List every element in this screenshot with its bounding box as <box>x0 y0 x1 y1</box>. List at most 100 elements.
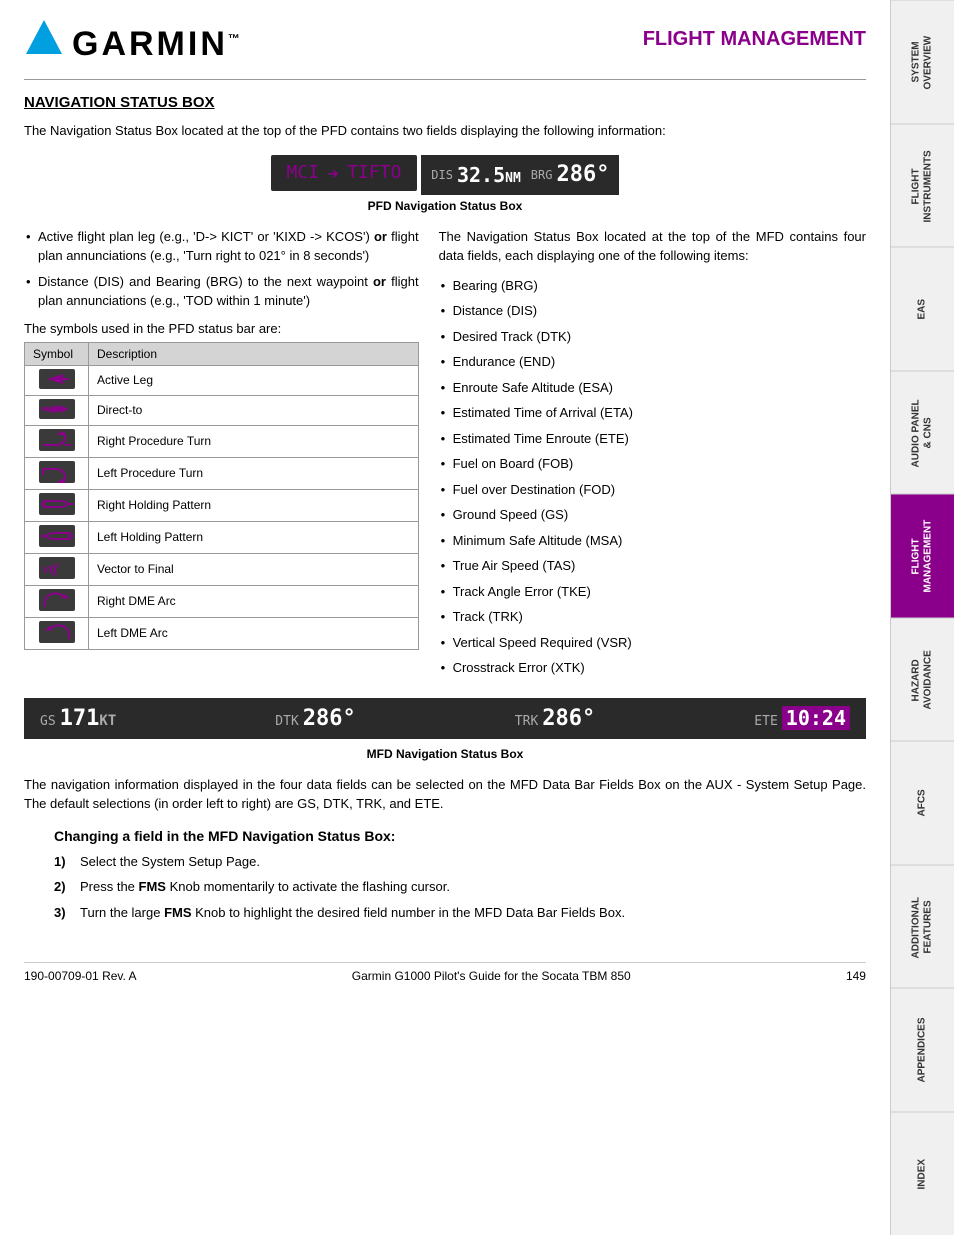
changing-field-heading: Changing a field in the MFD Navigation S… <box>24 828 866 844</box>
pfd-dest-label: TIFTO <box>347 162 401 183</box>
desc-cell: Vector to Final <box>89 553 419 585</box>
list-item: 1) Select the System Setup Page. <box>54 852 866 872</box>
mfd-ete-value: 10:24 <box>782 706 850 730</box>
pfd-brg-value: 286° <box>556 162 609 187</box>
list-item: Desired Track (DTK) <box>439 327 866 347</box>
list-item: Distance (DIS) and Bearing (BRG) to the … <box>24 272 419 311</box>
right-bullet-list: Bearing (BRG) Distance (DIS) Desired Tra… <box>439 276 866 678</box>
sidebar-item-flight-instruments[interactable]: FLIGHTINSTRUMENTS <box>891 124 954 248</box>
sidebar-item-audio-panel[interactable]: AUDIO PANEL& CNS <box>891 371 954 495</box>
sidebar-item-hazard-avoidance[interactable]: HAZARDAVOIDANCE <box>891 618 954 742</box>
sidebar-tab-label: AFCS <box>917 790 929 817</box>
header: GARMIN™ FLIGHT MANAGEMENT <box>24 18 866 61</box>
table-row: Right DME Arc <box>25 585 419 617</box>
desc-cell: Left Holding Pattern <box>89 521 419 553</box>
desc-cell: Active Leg <box>89 365 419 395</box>
list-item: Minimum Safe Altitude (MSA) <box>439 531 866 551</box>
sidebar-item-system-overview[interactable]: SYSTEMOVERVIEW <box>891 0 954 124</box>
list-item: Active flight plan leg (e.g., 'D-> KICT'… <box>24 227 419 266</box>
list-item: Bearing (BRG) <box>439 276 866 296</box>
sidebar-tab-label: APPENDICES <box>917 1018 929 1083</box>
mfd-gs-label: GS <box>40 714 56 729</box>
right-sidebar: SYSTEMOVERVIEW FLIGHTINSTRUMENTS EAS AUD… <box>890 0 954 1235</box>
step-text: Press the FMS Knob momentarily to activa… <box>80 877 450 897</box>
sidebar-item-flight-management[interactable]: FLIGHTMANAGEMENT <box>891 494 954 618</box>
symbol-cell <box>25 365 89 395</box>
symbols-note: The symbols used in the PFD status bar a… <box>24 321 419 336</box>
table-row: ↪ Direct-to <box>25 395 419 425</box>
list-item: 2) Press the FMS Knob momentarily to act… <box>54 877 866 897</box>
list-item: Fuel over Destination (FOD) <box>439 480 866 500</box>
desc-cell: Right DME Arc <box>89 585 419 617</box>
list-item: Distance (DIS) <box>439 301 866 321</box>
symbol-cell: ↪ <box>25 395 89 425</box>
svg-text:vtf: vtf <box>43 562 59 577</box>
footer-left: 190-00709-01 Rev. A <box>24 969 137 983</box>
table-row: Left DME Arc <box>25 617 419 649</box>
sym-col-header: Symbol <box>25 342 89 365</box>
header-divider <box>24 79 866 80</box>
symbols-table: Symbol Description <box>24 342 419 650</box>
mfd-status-box: GS 171KT DTK 286° TRK 286° ETE 10:24 <box>24 698 866 739</box>
desc-cell: Right Holding Pattern <box>89 489 419 521</box>
sidebar-tab-label: AUDIO PANEL& CNS <box>911 399 935 467</box>
mfd-gs-value: 171KT <box>60 706 117 731</box>
sidebar-tab-label: INDEX <box>917 1158 929 1189</box>
mfd-ete-field: ETE 10:24 <box>754 706 850 730</box>
symbol-cell <box>25 521 89 553</box>
right-procedure-turn-icon <box>39 429 75 451</box>
sidebar-tab-label: HAZARDAVOIDANCE <box>911 650 935 709</box>
sidebar-item-appendices[interactable]: APPENDICES <box>891 988 954 1112</box>
active-leg-icon <box>39 369 75 389</box>
pfd-status-box-right: DIS 32.5NM BRG 286° <box>421 155 619 195</box>
garmin-logo-text: GARMIN™ <box>72 27 243 61</box>
step-number: 1) <box>54 852 72 872</box>
symbol-cell <box>25 489 89 521</box>
step-text: Turn the large FMS Knob to highlight the… <box>80 903 625 923</box>
left-holding-pattern-icon <box>39 525 75 547</box>
symbol-cell <box>25 457 89 489</box>
steps-list: 1) Select the System Setup Page. 2) Pres… <box>54 852 866 923</box>
sidebar-item-eas[interactable]: EAS <box>891 247 954 371</box>
garmin-logo: GARMIN™ <box>24 18 243 61</box>
footer-right: 149 <box>846 969 866 983</box>
mfd-dtk-label: DTK <box>275 714 298 729</box>
mfd-trk-value: 286° <box>542 706 595 731</box>
desc-cell: Left Procedure Turn <box>89 457 419 489</box>
sidebar-tab-label: EAS <box>917 299 929 320</box>
right-holding-pattern-icon <box>39 493 75 515</box>
symbol-cell: vtf <box>25 553 89 585</box>
table-row: Right Procedure Turn <box>25 425 419 457</box>
mfd-dtk-value: 286° <box>303 706 356 731</box>
garmin-logo-icon <box>24 18 64 58</box>
sidebar-tab-label: ADDITIONALFEATURES <box>911 896 935 958</box>
pfd-origin-label: MCI <box>287 162 320 183</box>
desc-cell: Direct-to <box>89 395 419 425</box>
sidebar-item-additional-features[interactable]: ADDITIONALFEATURES <box>891 865 954 989</box>
sidebar-tab-label: FLIGHTINSTRUMENTS <box>911 150 935 222</box>
intro-paragraph: The Navigation Status Box located at the… <box>24 121 866 141</box>
mfd-trk-field: TRK 286° <box>515 706 595 731</box>
pfd-status-box-left: MCI ➔ TIFTO <box>271 155 418 191</box>
sidebar-item-afcs[interactable]: AFCS <box>891 741 954 865</box>
direct-to-icon: ↪ <box>39 399 75 419</box>
vector-to-final-icon: vtf <box>39 557 75 579</box>
left-procedure-turn-icon <box>39 461 75 483</box>
sidebar-item-index[interactable]: INDEX <box>891 1112 954 1235</box>
table-row: Left Holding Pattern <box>25 521 419 553</box>
mfd-status-display: GS 171KT DTK 286° TRK 286° ETE 10:24 <box>24 698 866 743</box>
list-item: Fuel on Board (FOB) <box>439 454 866 474</box>
page-title: FLIGHT MANAGEMENT <box>643 28 866 51</box>
mfd-gs-field: GS 171KT <box>40 706 116 731</box>
mfd-dtk-field: DTK 286° <box>275 706 355 731</box>
table-row: Active Leg <box>25 365 419 395</box>
list-item: Vertical Speed Required (VSR) <box>439 633 866 653</box>
section-heading: NAVIGATION STATUS BOX <box>24 94 866 111</box>
symbol-cell <box>25 585 89 617</box>
table-row: Left Procedure Turn <box>25 457 419 489</box>
symbol-cell <box>25 617 89 649</box>
table-row: vtf Vector to Final <box>25 553 419 585</box>
page-footer: 190-00709-01 Rev. A Garmin G1000 Pilot's… <box>24 962 866 983</box>
desc-col-header: Description <box>89 342 419 365</box>
mfd-caption: MFD Navigation Status Box <box>24 747 866 761</box>
